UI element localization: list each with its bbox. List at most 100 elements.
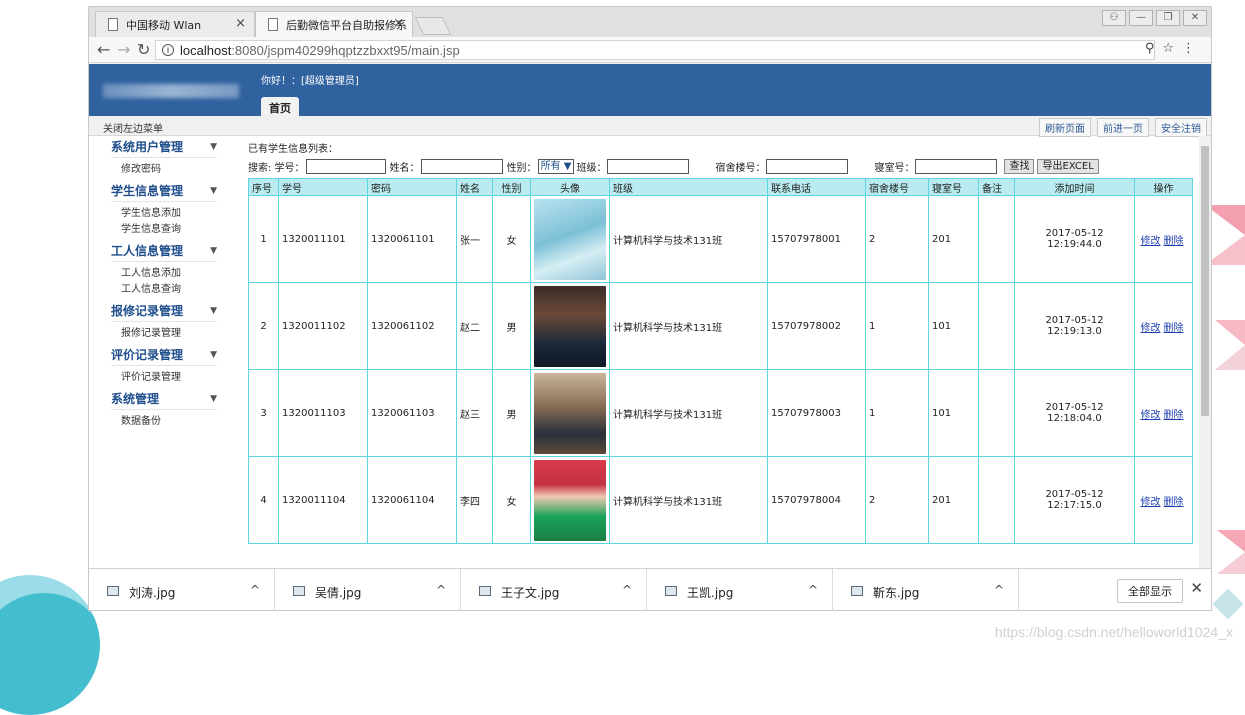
chevron-up-icon[interactable]: ^ [808,583,818,597]
image-file-icon [665,586,677,596]
delete-link[interactable]: 删除 [1164,497,1184,508]
refresh-button[interactable]: 刷新页面 [1039,118,1091,137]
menu-item-add-student[interactable]: 学生信息添加 [111,206,217,222]
close-icon[interactable]: ✕ [1183,10,1207,26]
class-input[interactable] [607,159,690,174]
cell-gender: 女 [492,456,531,544]
avatar [534,459,606,541]
column-header: 操作 [1134,178,1193,196]
column-header: 学号 [278,178,368,196]
reload-icon[interactable]: ↻ [137,40,150,59]
chevron-up-icon[interactable]: ^ [436,583,446,597]
image-file-icon [851,586,863,596]
scrollbar[interactable] [1199,136,1211,568]
find-button[interactable]: 查找 [1004,159,1035,174]
gender-select-value: 所有 [540,161,561,172]
toolbar-buttons: 刷新页面 前进一页 安全注销 [1039,118,1207,137]
cell-room: 101 [928,282,979,370]
download-item[interactable]: 刘涛.jpg ^ [89,569,275,611]
delete-link[interactable]: 删除 [1164,410,1184,421]
download-item[interactable]: 王子文.jpg ^ [461,569,647,611]
delete-link[interactable]: 删除 [1164,236,1184,247]
cell-student-id: 1320011102 [278,282,368,370]
info-icon[interactable]: i [162,44,174,56]
back-icon[interactable]: ← [97,40,110,59]
close-icon[interactable]: × [235,16,246,31]
logout-button[interactable]: 安全注销 [1155,118,1207,137]
cell-phone: 15707978001 [767,195,866,283]
new-tab-button[interactable] [414,17,452,35]
minimize-icon[interactable]: — [1129,10,1153,26]
download-filename: 吴倩.jpg [315,586,362,600]
browser-tab-app[interactable]: 后勤微信平台自助报修系 × [255,11,413,37]
delete-link[interactable]: 删除 [1164,323,1184,334]
show-all-button[interactable]: 全部显示 [1117,579,1183,603]
cell-password: 1320061103 [367,369,457,457]
download-bar: 刘涛.jpg ^ 吴倩.jpg ^ 王子文.jpg ^ 王凯.jpg ^ 靳东.… [89,568,1211,611]
menu-group: 报修记录管理 ▼ 报修记录管理 [111,300,217,344]
avatar [534,198,606,280]
room-input[interactable] [915,159,998,174]
cell-password: 1320061104 [367,456,457,544]
menu-title-system[interactable]: 系统管理 ▼ [111,388,217,410]
edit-link[interactable]: 修改 [1141,410,1161,421]
column-header: 姓名 [456,178,493,196]
edit-link[interactable]: 修改 [1141,497,1161,508]
chevron-down-icon: ▼ [210,246,217,256]
menu-group: 工人信息管理 ▼ 工人信息添加 工人信息查询 [111,240,217,300]
scrollbar-thumb[interactable] [1201,146,1209,416]
avatar [534,285,606,367]
menu-title-students[interactable]: 学生信息管理 ▼ [111,180,217,202]
menu-title-system-users[interactable]: 系统用户管理 ▼ [111,136,217,158]
column-header: 备注 [978,178,1015,196]
close-menu-link[interactable]: 关闭左边菜单 [103,120,163,135]
cell-password: 1320061102 [367,282,457,370]
menu-item-repair-records[interactable]: 报修记录管理 [111,326,217,342]
search-label: 搜索: 学号： [248,163,305,174]
download-item[interactable]: 王凯.jpg ^ [647,569,833,611]
chevron-up-icon[interactable]: ^ [622,583,632,597]
menu-title-label: 报修记录管理 [111,304,184,318]
cell-time: 2017-05-12 12:18:04.0 [1014,369,1135,457]
menu-item-backup[interactable]: 数据备份 [111,414,217,430]
download-item[interactable]: 靳东.jpg ^ [833,569,1019,611]
chevron-down-icon: ▼ [210,142,217,152]
download-item[interactable]: 吴倩.jpg ^ [275,569,461,611]
browser-tab-wlan[interactable]: 中国移动 Wlan × [95,11,255,37]
column-header: 头像 [530,178,610,196]
chevron-up-icon[interactable]: ^ [250,583,260,597]
cell-name: 张一 [456,195,493,283]
student-id-input[interactable] [305,159,386,174]
room-label: 寝室号： [874,163,915,174]
cell-student-id: 1320011103 [278,369,368,457]
gender-select[interactable]: 所有 ▼ [537,159,575,174]
menu-item-query-worker[interactable]: 工人信息查询 [111,282,217,298]
logo [103,84,239,98]
menu-title-reviews[interactable]: 评价记录管理 ▼ [111,344,217,366]
close-icon[interactable]: × [393,16,404,31]
dorm-input[interactable] [766,159,849,174]
download-filename: 王子文.jpg [501,586,560,600]
tab-home[interactable]: 首页 [261,97,299,116]
edit-link[interactable]: 修改 [1141,323,1161,334]
table-row: 1 1320011101 1320061101 张一 女 计算机科学与技术131… [248,195,1193,283]
browser-window: 中国移动 Wlan × 后勤微信平台自助报修系 × ⚇ — ❐ ✕ ← → ↻ … [88,6,1212,611]
menu-title-workers[interactable]: 工人信息管理 ▼ [111,240,217,262]
menu-item-change-password[interactable]: 修改密码 [111,162,217,178]
menu-item-add-worker[interactable]: 工人信息添加 [111,266,217,282]
forward-button[interactable]: 前进一页 [1097,118,1149,137]
export-excel-button[interactable]: 导出EXCEL [1037,159,1099,174]
name-input[interactable] [420,159,503,174]
menu-item-review-records[interactable]: 评价记录管理 [111,370,217,386]
edit-link[interactable]: 修改 [1141,236,1161,247]
cell-dorm: 2 [865,195,929,283]
menu-item-query-student[interactable]: 学生信息查询 [111,222,217,238]
maximize-icon[interactable]: ❐ [1156,10,1180,26]
forward-icon[interactable]: → [117,40,130,59]
menu-title-repairs[interactable]: 报修记录管理 ▼ [111,300,217,322]
bookmark-icons[interactable]: ⚲☆⋮ [1145,41,1203,56]
close-icon[interactable]: ✕ [1190,579,1203,597]
chevron-up-icon[interactable]: ^ [994,583,1004,597]
url-field[interactable]: i localhost:8080/jspm40299hqptzzbxxt95/m… [155,40,1155,60]
user-icon[interactable]: ⚇ [1102,10,1126,26]
